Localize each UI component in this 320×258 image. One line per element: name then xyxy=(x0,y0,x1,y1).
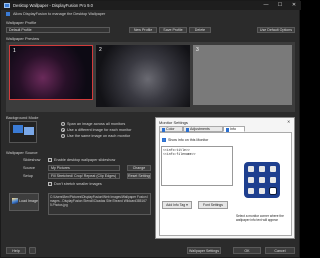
font-settings-button[interactable]: Font Settings xyxy=(198,201,228,209)
allow-manage-label: Allow DisplayFusion to manage the Deskto… xyxy=(13,12,106,16)
monitor-2-preview[interactable]: 2 xyxy=(96,45,190,107)
load-image-icon xyxy=(12,198,18,204)
new-profile-button[interactable]: New Profile xyxy=(129,27,157,33)
slideshow-label: Slideshow xyxy=(23,158,41,162)
load-image-button[interactable]: Load Image xyxy=(9,193,39,211)
tab-info-label: Info xyxy=(230,127,236,131)
dialog-title: Monitor Settings xyxy=(159,120,188,125)
same-image-label: Use the same image on each monitor xyxy=(67,134,131,138)
allow-manage-checkbox[interactable] xyxy=(6,12,10,16)
dont-stretch-checkbox[interactable] xyxy=(48,182,52,186)
setup-select-value: Fill Stretched/ Crop/ Repeat (Clip Edges… xyxy=(51,174,117,178)
slideshow-check-label: Enable desktop wallpaper slideshow xyxy=(54,158,116,162)
app-icon xyxy=(4,3,10,8)
change-source-button[interactable]: Change xyxy=(127,165,151,171)
tab-adjustments-label: Adjustments xyxy=(190,127,210,131)
corner-center[interactable] xyxy=(259,177,265,183)
slideshow-checkbox[interactable] xyxy=(48,158,52,162)
corner-bottom-right[interactable] xyxy=(270,188,276,194)
dialog-close-icon[interactable]: ✕ xyxy=(287,119,290,124)
reset-settings-button[interactable]: Reset Settings xyxy=(127,173,151,179)
wallpaper-source-group-label: Wallpaper Source xyxy=(6,150,38,155)
corner-bottom-center[interactable] xyxy=(259,188,265,194)
wallpaper-settings-button[interactable]: Wallpaper Settings xyxy=(187,247,221,254)
corner-top-center[interactable] xyxy=(259,166,265,172)
preview-group-label: Wallpaper Preview xyxy=(6,36,40,41)
add-info-tag-button[interactable]: Add Info Tag ▾ xyxy=(162,201,192,209)
use-default-options-button[interactable]: Use Default Options xyxy=(257,27,295,33)
ok-button[interactable]: OK xyxy=(233,247,261,254)
source-select[interactable]: My Pictures xyxy=(48,165,120,171)
monitor-3-preview[interactable]: 3 xyxy=(193,45,292,105)
monitor-1-number: 1 xyxy=(13,48,16,54)
corner-help-text: Select a monitor corner where the wallpa… xyxy=(236,214,284,222)
monitor-settings-dialog: Monitor Settings ✕ Color Adjustments Inf… xyxy=(155,117,295,239)
corner-middle-left[interactable] xyxy=(248,177,254,183)
span-image-label: Span an image across all monitors xyxy=(67,122,126,126)
show-info-checkbox[interactable] xyxy=(162,138,166,142)
thumb-monitor-b xyxy=(24,127,34,135)
load-image-label: Load Image xyxy=(19,199,38,203)
corner-bottom-left[interactable] xyxy=(248,188,254,194)
show-info-label: Show info on this Monitor xyxy=(168,138,209,142)
chevron-down-icon: ▾ xyxy=(186,203,188,207)
add-info-tag-label: Add Info Tag xyxy=(166,203,186,207)
setup-select[interactable]: Fill Stretched/ Crop/ Repeat (Clip Edges… xyxy=(48,173,120,179)
corner-middle-right[interactable] xyxy=(270,177,276,183)
close-button[interactable]: ✕ xyxy=(287,1,301,10)
title-bar[interactable]: Desktop Wallpaper - DisplayFusion Pro 9.… xyxy=(1,1,301,10)
window-title: Desktop Wallpaper - DisplayFusion Pro 9.… xyxy=(13,3,93,8)
same-image-radio[interactable] xyxy=(61,134,65,138)
profile-select[interactable]: Default Profile xyxy=(6,27,110,33)
cancel-button[interactable]: Cancel xyxy=(265,247,295,254)
tab-color-label: Color xyxy=(166,127,175,131)
profile-select-value: Default Profile xyxy=(9,28,32,32)
background-mode-thumbnail xyxy=(9,121,37,143)
monitor-3-number: 3 xyxy=(196,47,199,53)
source-select-value: My Pictures xyxy=(51,166,70,170)
span-image-radio[interactable] xyxy=(61,122,65,126)
background-mode-group-label: Background Mode xyxy=(6,115,39,120)
different-image-label: Use a different image for each monitor xyxy=(67,128,132,132)
minimize-button[interactable]: — xyxy=(259,1,273,10)
image-path-box[interactable]: C:\Users\Ben\Pictures\DisplayFusion\Web … xyxy=(48,193,151,215)
help-button[interactable]: Help xyxy=(6,247,26,254)
corner-picker xyxy=(244,162,280,198)
source-label: Source xyxy=(23,166,36,170)
different-image-radio[interactable] xyxy=(61,128,65,132)
dont-stretch-label: Don't stretch smaller images xyxy=(54,182,102,186)
profile-group-label: Wallpaper Profile xyxy=(6,20,37,25)
info-text-box[interactable]: <<info:title>> <<info:filename>> xyxy=(161,146,233,186)
help-label: Help xyxy=(12,249,20,253)
thumb-monitor-a xyxy=(13,125,23,133)
setup-label: Setup xyxy=(23,174,33,178)
info-line-filename: <<info:filename>> xyxy=(163,152,196,157)
corner-top-right[interactable] xyxy=(270,166,276,172)
monitor-2-number: 2 xyxy=(99,47,102,53)
corner-top-left[interactable] xyxy=(248,166,254,172)
monitor-1-preview[interactable]: 1 xyxy=(9,45,93,100)
delete-profile-button[interactable]: Delete xyxy=(189,27,211,33)
save-profile-button[interactable]: Save Profile xyxy=(159,27,187,33)
maximize-button[interactable]: ☐ xyxy=(273,1,287,10)
gear-icon[interactable] xyxy=(29,247,36,254)
